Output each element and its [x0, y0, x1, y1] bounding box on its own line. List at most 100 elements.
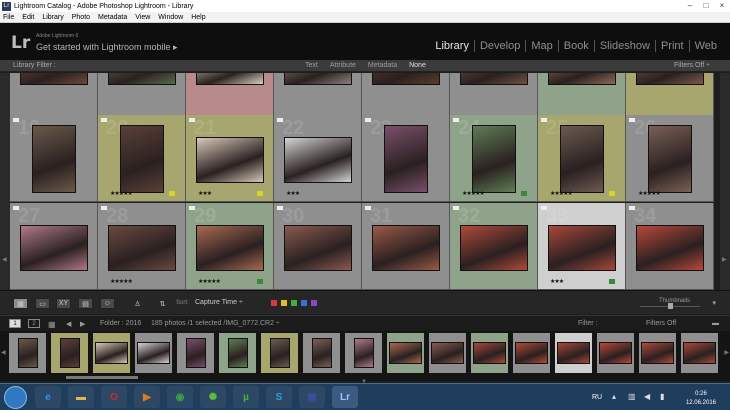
menu-library[interactable]: Library	[42, 14, 63, 21]
flag-badge-icon[interactable]	[101, 206, 107, 210]
filmstrip-cell[interactable]	[597, 333, 634, 373]
menu-metadata[interactable]: Metadata	[98, 14, 127, 21]
star-rating[interactable]: ★★★★★	[110, 278, 133, 285]
photo-thumbnail[interactable]	[32, 125, 76, 193]
photo-thumbnail[interactable]	[284, 225, 352, 271]
module-develop[interactable]: Develop	[473, 40, 525, 52]
filmstrip-thumbnail[interactable]	[473, 342, 506, 364]
filmstrip-filters-off-dropdown[interactable]: Filters Off	[646, 320, 676, 327]
filmstrip-thumbnail[interactable]	[95, 342, 128, 364]
flag-badge-icon[interactable]	[453, 206, 459, 210]
star-rating[interactable]: ★★★	[550, 278, 564, 285]
star-rating[interactable]: ★★★★★	[638, 190, 661, 197]
filmstrip-thumbnail[interactable]	[137, 342, 170, 364]
utorrent-icon[interactable]: µ	[233, 386, 259, 408]
grid-cell[interactable]: 21 ★★★	[186, 115, 274, 202]
filters-off-dropdown[interactable]: Filters Off ÷	[674, 62, 710, 69]
save-icon[interactable]: ▣	[299, 386, 325, 408]
grid-cell[interactable]: 26 ★★★★★	[626, 115, 714, 202]
module-web[interactable]: Web	[688, 40, 722, 52]
photo-thumbnail[interactable]	[372, 225, 440, 271]
left-panel-collapsed[interactable]: ◀	[0, 73, 10, 290]
module-print[interactable]: Print	[654, 40, 689, 52]
flag-badge-icon[interactable]	[13, 206, 19, 210]
photo-thumbnail[interactable]	[472, 125, 516, 193]
filmstrip-cell[interactable]	[471, 333, 508, 373]
network-icon[interactable]: ▥	[628, 392, 636, 401]
photo-thumbnail[interactable]	[548, 225, 616, 271]
grid-cell[interactable]: 23	[362, 115, 450, 202]
star-rating[interactable]: ★★★★★	[110, 190, 133, 197]
photo-thumbnail[interactable]	[196, 137, 264, 183]
compare-view-icon[interactable]: XY	[56, 298, 71, 309]
volume-icon[interactable]: ◀	[644, 392, 650, 401]
filmstrip-thumbnail[interactable]	[557, 342, 590, 364]
flag-badge-icon[interactable]	[541, 118, 547, 122]
main-window-button[interactable]: 1	[9, 319, 21, 328]
grid-cell[interactable]: 31	[362, 203, 450, 290]
back-arrow-icon[interactable]: ◀	[66, 320, 71, 328]
media-player-icon[interactable]: ▶	[134, 386, 160, 408]
module-map[interactable]: Map	[525, 40, 557, 52]
photo-thumbnail[interactable]	[560, 125, 604, 193]
photo-thumbnail[interactable]	[196, 225, 264, 271]
filmstrip-thumbnail[interactable]	[311, 338, 332, 368]
second-window-button[interactable]: 2	[28, 319, 40, 328]
grid-cell[interactable]: 25 ★★★★★	[538, 115, 626, 202]
opera-icon[interactable]: O	[101, 386, 127, 408]
filmstrip-cell[interactable]	[387, 333, 424, 373]
battery-icon[interactable]: ▮	[660, 392, 664, 401]
tray-expand-icon[interactable]: ▴	[612, 392, 616, 401]
menu-file[interactable]: File	[3, 14, 14, 21]
lightroom-mobile-link[interactable]: Get started with Lightroom mobile ▸	[36, 42, 178, 53]
filmstrip-thumbnail[interactable]	[389, 342, 422, 364]
grid-cell[interactable]: 22 ★★★	[274, 115, 362, 202]
flag-badge-icon[interactable]	[365, 118, 371, 122]
flag-badge-icon[interactable]	[13, 118, 19, 122]
photo-thumbnail[interactable]	[20, 225, 88, 271]
forward-arrow-icon[interactable]: ▶	[80, 320, 85, 328]
flag-badge-icon[interactable]	[277, 206, 283, 210]
minimize-button[interactable]: –	[682, 0, 698, 11]
grid-icon[interactable]: ▦	[48, 320, 56, 329]
close-button[interactable]: ×	[714, 0, 730, 11]
grid-cell[interactable]: 19	[10, 115, 98, 202]
grid-cell[interactable]: 34	[626, 203, 714, 290]
filmstrip-thumbnail[interactable]	[515, 342, 548, 364]
filmstrip-lock-icon[interactable]: ▬	[712, 320, 719, 327]
filmstrip-cell[interactable]	[93, 333, 130, 373]
flag-badge-icon[interactable]	[629, 206, 635, 210]
filmstrip-cell[interactable]	[51, 333, 88, 373]
right-panel-arrow-icon[interactable]: ▶	[722, 256, 727, 263]
menu-edit[interactable]: Edit	[22, 14, 34, 21]
flag-badge-icon[interactable]	[101, 118, 107, 122]
sort-dropdown[interactable]: Capture Time ÷	[195, 299, 243, 306]
color-label-swatch[interactable]	[311, 300, 317, 306]
filmstrip-left-arrow-icon[interactable]: ◀	[1, 349, 6, 356]
sort-direction-icon[interactable]: ⇅	[155, 298, 170, 309]
toolbar-menu-icon[interactable]: ▾	[712, 299, 716, 307]
ie-icon[interactable]: e	[35, 386, 61, 408]
photo-thumbnail[interactable]	[460, 73, 528, 85]
color-label-swatch[interactable]	[291, 300, 297, 306]
filmstrip-right-arrow-icon[interactable]: ▶	[724, 349, 729, 356]
photo-thumbnail[interactable]	[384, 125, 428, 193]
skype-icon[interactable]: S	[266, 386, 292, 408]
survey-view-icon[interactable]: ▤	[78, 298, 93, 309]
lightroom-icon[interactable]: Lr	[332, 386, 358, 408]
menu-view[interactable]: View	[135, 14, 150, 21]
photo-thumbnail[interactable]	[196, 73, 264, 85]
filmstrip-cell[interactable]	[681, 333, 718, 373]
module-library[interactable]: Library	[430, 40, 474, 52]
filmstrip-thumbnail[interactable]	[185, 338, 206, 368]
flag-badge-icon[interactable]	[629, 118, 635, 122]
flag-badge-icon[interactable]	[365, 206, 371, 210]
language-indicator[interactable]: RU	[592, 394, 602, 401]
explorer-icon[interactable]: ▬	[68, 386, 94, 408]
painter-icon[interactable]: ♙	[130, 298, 145, 309]
folder-source[interactable]: Folder : 2016	[100, 320, 141, 327]
flag-badge-icon[interactable]	[189, 118, 195, 122]
flag-badge-icon[interactable]	[541, 206, 547, 210]
photo-thumbnail[interactable]	[548, 73, 616, 85]
filmstrip-cell[interactable]	[261, 333, 298, 373]
